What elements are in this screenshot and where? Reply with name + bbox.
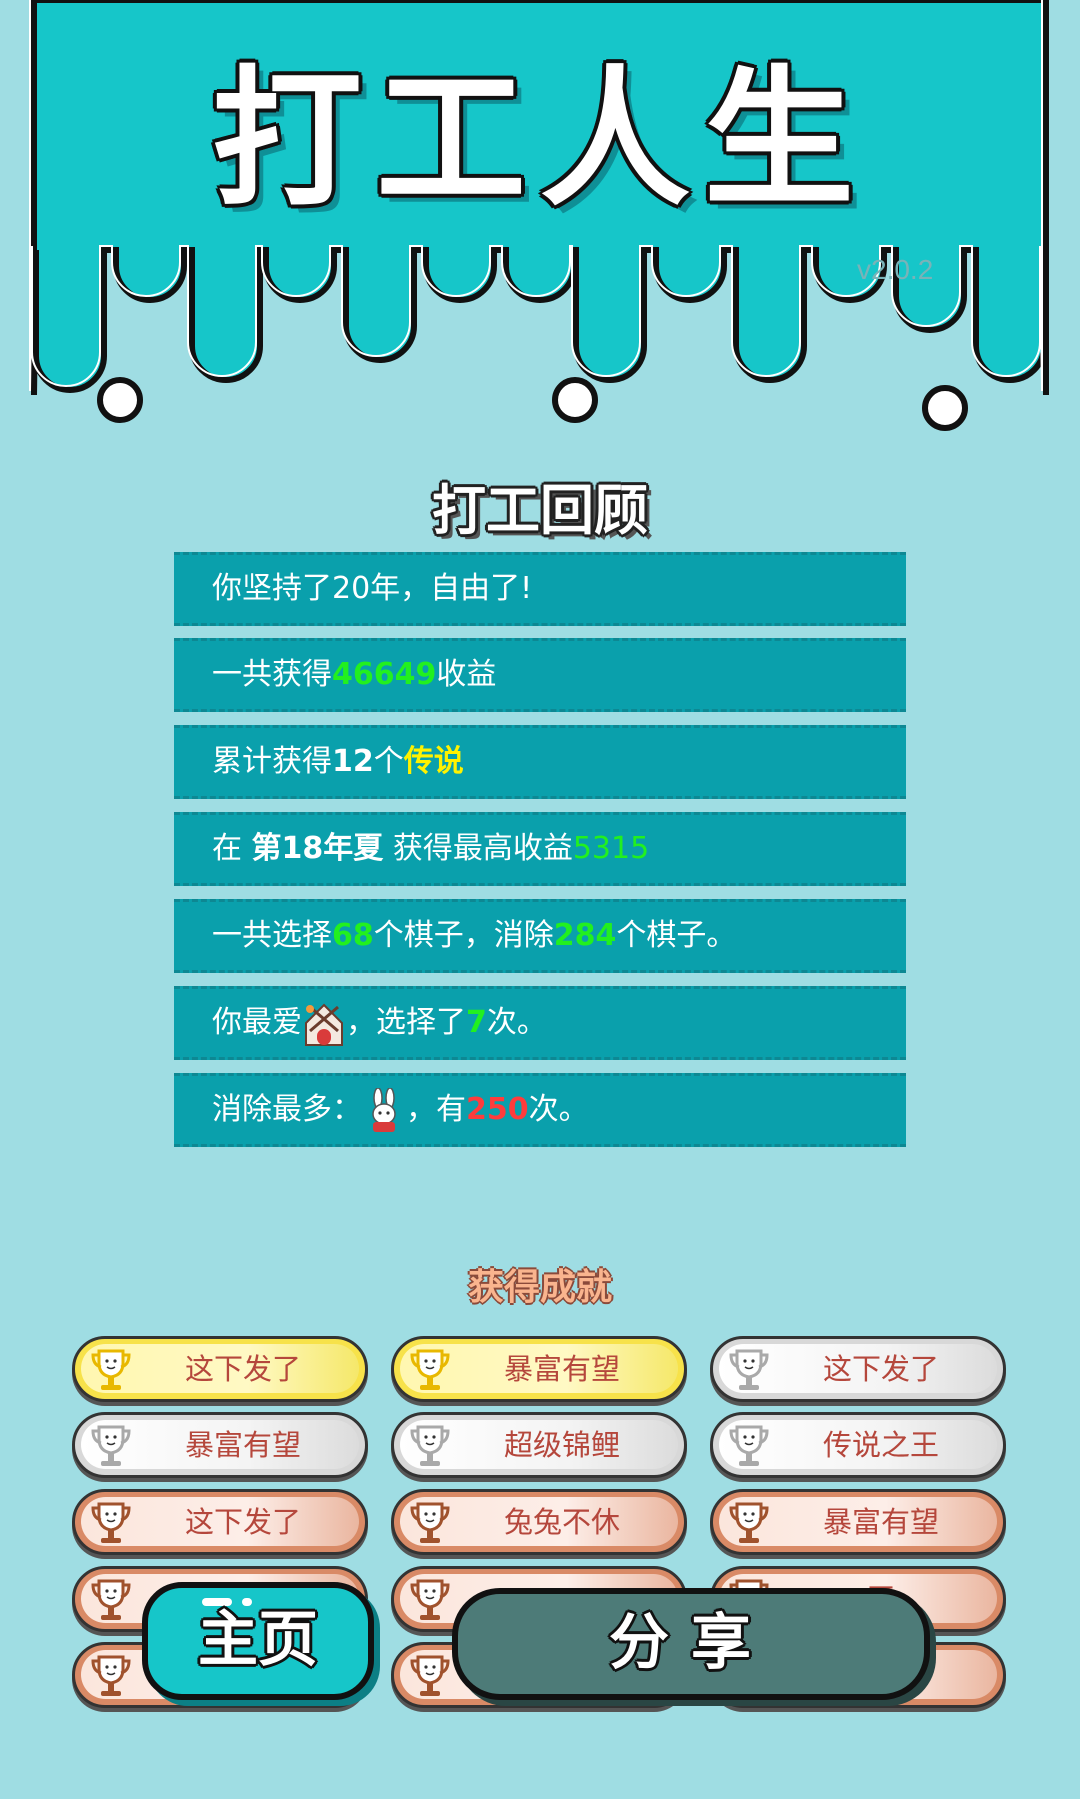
achievement-badge: 超级锦鲤 — [391, 1412, 687, 1478]
best-income-value: 5315 — [572, 831, 650, 866]
game-title: 打工人生 — [211, 53, 868, 227]
achievement-badge: 这下发了 — [72, 1489, 368, 1555]
drip-droplet — [97, 377, 143, 423]
stat-suffix: 次。 — [486, 1005, 547, 1040]
trophy-icon — [91, 1502, 131, 1543]
stat-label: 在 — [212, 831, 252, 866]
stat-most-eliminated: 消除最多： ，有250次。 — [174, 1073, 906, 1147]
income-value: 46649 — [332, 657, 437, 692]
trophy-icon — [91, 1655, 131, 1696]
badge-label: 暴富有望 — [822, 1505, 939, 1539]
stat-favorite: 你最爱 ，选择了7次。 — [174, 986, 906, 1060]
trophy-icon — [729, 1425, 769, 1466]
drip-droplet — [922, 385, 968, 431]
badge-label: 这下发了 — [184, 1352, 301, 1386]
stat-total-income: 一共获得46649收益 — [174, 638, 906, 712]
stat-best-income: 在 第18年夏 获得最高收益5315 — [174, 812, 906, 886]
rarity-label: 传说 — [403, 744, 464, 779]
achievement-badge: 兔兔不休 — [391, 1489, 687, 1555]
best-period: 第18年夏 — [251, 831, 384, 866]
stat-unit: 个 — [373, 744, 404, 779]
selected-count: 68 — [332, 918, 374, 953]
trophy-icon — [410, 1655, 450, 1696]
badge-label: 这下发了 — [184, 1505, 301, 1539]
stat-suffix: 个棋子。 — [616, 918, 737, 953]
badge-label: 暴富有望 — [184, 1428, 301, 1462]
eliminated-most-count: 250 — [466, 1092, 529, 1127]
stat-middle: ，有 — [406, 1092, 466, 1127]
windmill-house-icon — [305, 1003, 343, 1046]
badge-label: 这下发了 — [822, 1352, 939, 1386]
trophy-icon — [91, 1579, 131, 1620]
eliminated-count: 284 — [553, 918, 617, 953]
stat-pieces: 一共选择68个棋子，消除284个棋子。 — [174, 899, 906, 973]
trophy-icon — [410, 1502, 450, 1543]
share-button[interactable]: 分享 — [452, 1588, 930, 1700]
favorite-count: 7 — [466, 1005, 487, 1040]
trophy-icon — [729, 1502, 769, 1543]
home-button-label: 主页 — [198, 1605, 318, 1675]
stat-years: 你坚持了20年，自由了! — [174, 552, 906, 626]
stat-text: 你坚持了20年，自由了! — [212, 571, 533, 606]
stat-label: 你最爱 — [212, 1005, 302, 1040]
legendary-count: 12 — [332, 744, 374, 779]
version-label: v2.0.2 — [857, 254, 934, 285]
stat-suffix: 次。 — [528, 1092, 589, 1127]
badge-label: 超级锦鲤 — [503, 1428, 620, 1462]
trophy-icon — [410, 1425, 450, 1466]
achievement-badge: 这下发了 — [710, 1336, 1006, 1402]
stat-middle: 个棋子，消除 — [373, 918, 554, 953]
trophy-icon — [91, 1349, 131, 1390]
share-button-label: 分享 — [609, 1608, 773, 1678]
badge-label: 兔兔不休 — [503, 1505, 620, 1539]
stat-suffix: 收益 — [436, 657, 497, 692]
achievement-badge: 传说之王 — [710, 1412, 1006, 1478]
trophy-icon — [410, 1349, 450, 1390]
achievement-badge: 暴富有望 — [391, 1336, 687, 1402]
stat-label: 消除最多： — [212, 1092, 362, 1127]
stat-legendary-count: 累计获得12个传说 — [174, 725, 906, 799]
trophy-icon — [91, 1425, 131, 1466]
achievement-badge: 这下发了 — [72, 1336, 368, 1402]
badge-label: 暴富有望 — [503, 1352, 620, 1386]
stat-middle: 获得最高收益 — [383, 831, 573, 866]
achievement-badge: 暴富有望 — [72, 1412, 368, 1478]
stat-label: 一共获得 — [212, 657, 332, 692]
stat-middle: ，选择了 — [346, 1005, 466, 1040]
drip-droplet — [552, 377, 598, 423]
review-heading: 打工回顾 — [432, 479, 648, 542]
trophy-icon — [410, 1579, 450, 1620]
home-button[interactable]: 主页 — [142, 1582, 374, 1700]
stat-label: 累计获得 — [212, 744, 332, 779]
achievement-badge: 暴富有望 — [710, 1489, 1006, 1555]
badge-label: 传说之王 — [822, 1428, 939, 1462]
achievements-heading: 获得成就 — [467, 1267, 612, 1308]
stat-label: 一共选择 — [212, 918, 332, 953]
rabbit-icon — [372, 1087, 396, 1132]
trophy-icon — [729, 1349, 769, 1390]
